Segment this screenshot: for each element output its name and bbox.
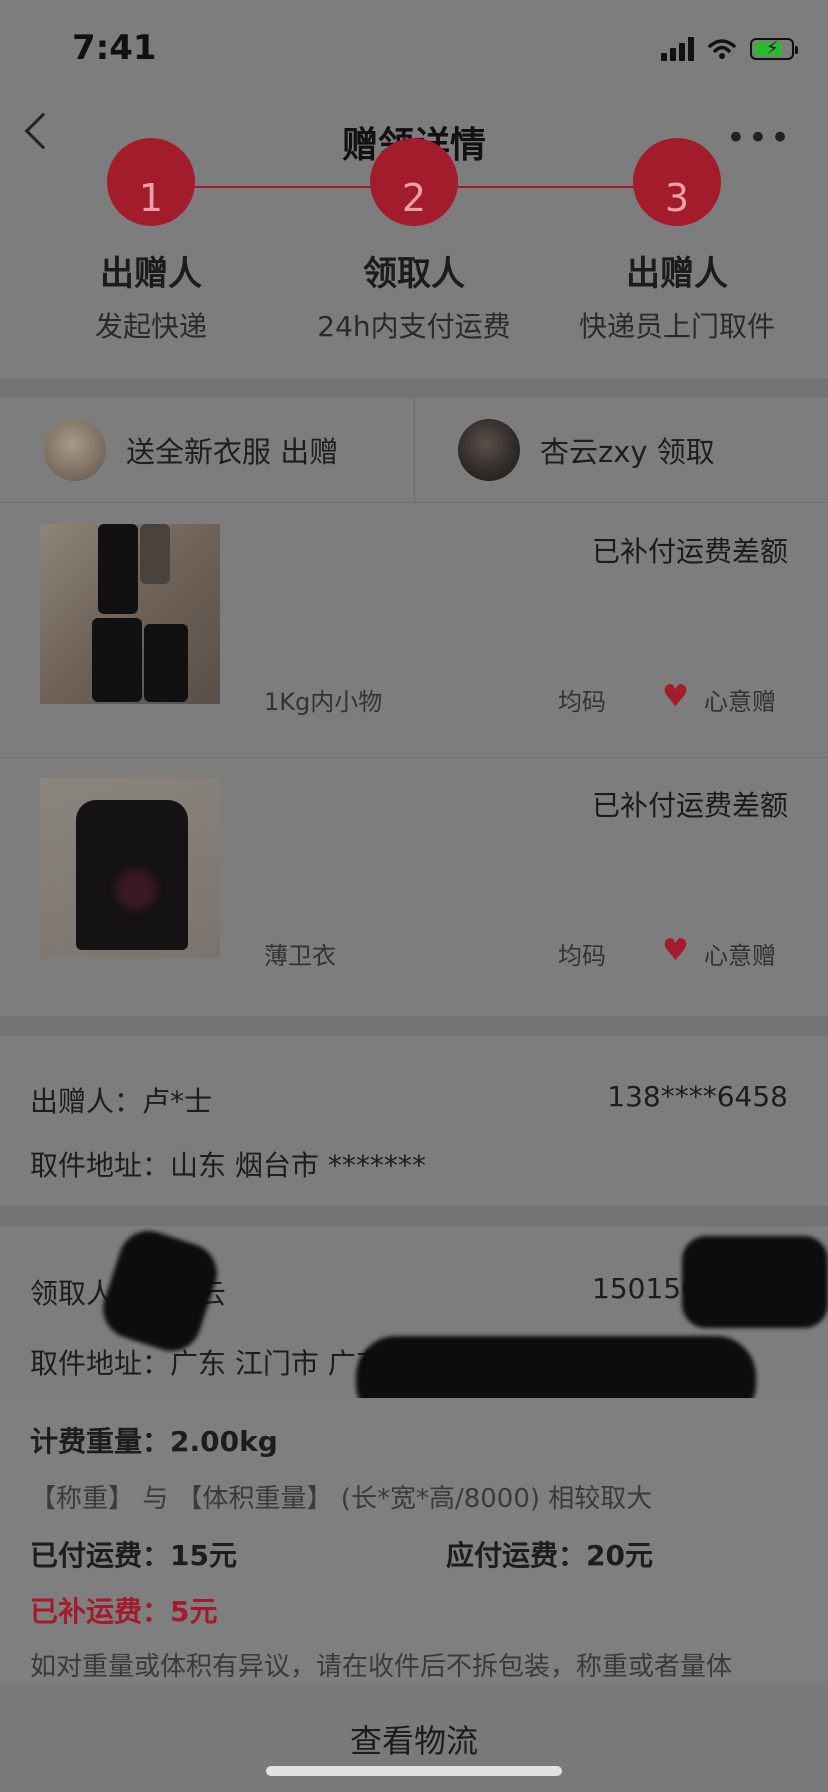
billing-weight-label: 计费重量： xyxy=(30,1425,171,1458)
receiver-avatar xyxy=(458,419,520,481)
battery-icon: ⚡ xyxy=(750,38,798,60)
step-subtitle: 发起快递 xyxy=(94,310,207,343)
home-indicator xyxy=(266,1766,562,1776)
step-number: 3 xyxy=(633,138,721,226)
divider xyxy=(0,502,828,503)
signal-icon xyxy=(661,37,694,61)
due-freight-value: 20元 xyxy=(586,1539,653,1572)
item-size: 均码 xyxy=(558,942,606,970)
redaction-mark xyxy=(682,1236,828,1328)
step-title: 领取人 xyxy=(363,254,465,294)
item-image[interactable] xyxy=(40,524,220,704)
step-1: 1 出赠人 发起快递 xyxy=(21,138,281,345)
step-number: 2 xyxy=(370,138,458,226)
section-separator xyxy=(0,1206,828,1226)
giver-address: 取件地址：山东 烟台市 ******* xyxy=(30,1144,426,1184)
giver-name-value: 卢*士 xyxy=(142,1085,213,1118)
more-icon[interactable]: ••• xyxy=(726,118,792,158)
extra-freight-label: 已补运费： xyxy=(30,1595,171,1628)
wifi-icon xyxy=(708,39,736,59)
item-status: 已补付运费差额 xyxy=(591,535,788,568)
section-separator xyxy=(0,1016,828,1036)
progress-steps: 1 出赠人 发起快递 2 领取人 24h内支付运费 3 出赠人 快递员上门取件 xyxy=(0,138,828,378)
receiver-label: 杏云zxy 领取 xyxy=(540,435,715,469)
status-time: 7:41 xyxy=(72,28,157,68)
giver-label: 送全新衣服 出赠 xyxy=(126,435,339,469)
step-title: 出赠人 xyxy=(100,254,202,294)
view-logistics-button[interactable]: 查看物流 xyxy=(0,1716,828,1762)
step-number: 1 xyxy=(107,138,195,226)
giver-address-label: 取件地址： xyxy=(30,1149,171,1182)
due-freight: 应付运费：20元 xyxy=(446,1534,653,1574)
giver-name: 出赠人：卢*士 xyxy=(30,1080,212,1120)
paid-freight: 已付运费：15元 xyxy=(30,1534,237,1574)
section-separator xyxy=(0,378,828,398)
item-tag: 心意赠 xyxy=(704,942,776,970)
giver-phone[interactable]: 138****6458 xyxy=(607,1080,788,1113)
giver-address-value: 山东 烟台市 ******* xyxy=(170,1149,426,1182)
step-subtitle: 24h内支付运费 xyxy=(317,310,511,343)
extra-freight-value: 5元 xyxy=(170,1595,218,1628)
heart-icon: ♥ xyxy=(662,679,689,714)
item-name: 1Kg内小物 xyxy=(264,688,383,716)
status-icons: ⚡ xyxy=(661,36,798,62)
item-name: 薄卫衣 xyxy=(264,942,336,970)
receiver-address-label: 取件地址： xyxy=(30,1347,171,1380)
extra-freight: 已补运费：5元 xyxy=(30,1590,218,1630)
step-2: 2 领取人 24h内支付运费 xyxy=(284,138,544,345)
paid-freight-value: 15元 xyxy=(170,1539,237,1572)
giver-name-label: 出赠人： xyxy=(30,1085,143,1118)
due-freight-label: 应付运费： xyxy=(446,1539,587,1572)
receiver-party[interactable]: 杏云zxy 领取 xyxy=(414,398,828,502)
heart-icon: ♥ xyxy=(662,933,689,968)
step-title: 出赠人 xyxy=(626,254,728,294)
billing-weight-value: 2.00kg xyxy=(170,1425,278,1458)
item-status: 已补付运费差额 xyxy=(591,789,788,822)
dispute-note: 如对重量或体积有异议，请在收件后不拆包装，称重或者量体 xyxy=(30,1652,733,1682)
redaction-mark xyxy=(95,1223,225,1359)
weight-rule: 【称重】 与 【体积重量】 (长*宽*高/8000) 相较取大 xyxy=(30,1484,653,1514)
item-image[interactable] xyxy=(40,778,220,958)
giver-party[interactable]: 送全新衣服 出赠 xyxy=(0,398,415,502)
item-tag: 心意赠 xyxy=(704,688,776,716)
billing-weight: 计费重量：2.00kg xyxy=(30,1420,278,1460)
paid-freight-label: 已付运费： xyxy=(30,1539,171,1572)
step-subtitle: 快递员上门取件 xyxy=(578,310,775,343)
divider xyxy=(0,757,828,758)
step-3: 3 出赠人 快递员上门取件 xyxy=(547,138,807,345)
item-size: 均码 xyxy=(558,688,606,716)
giver-avatar xyxy=(44,419,106,481)
